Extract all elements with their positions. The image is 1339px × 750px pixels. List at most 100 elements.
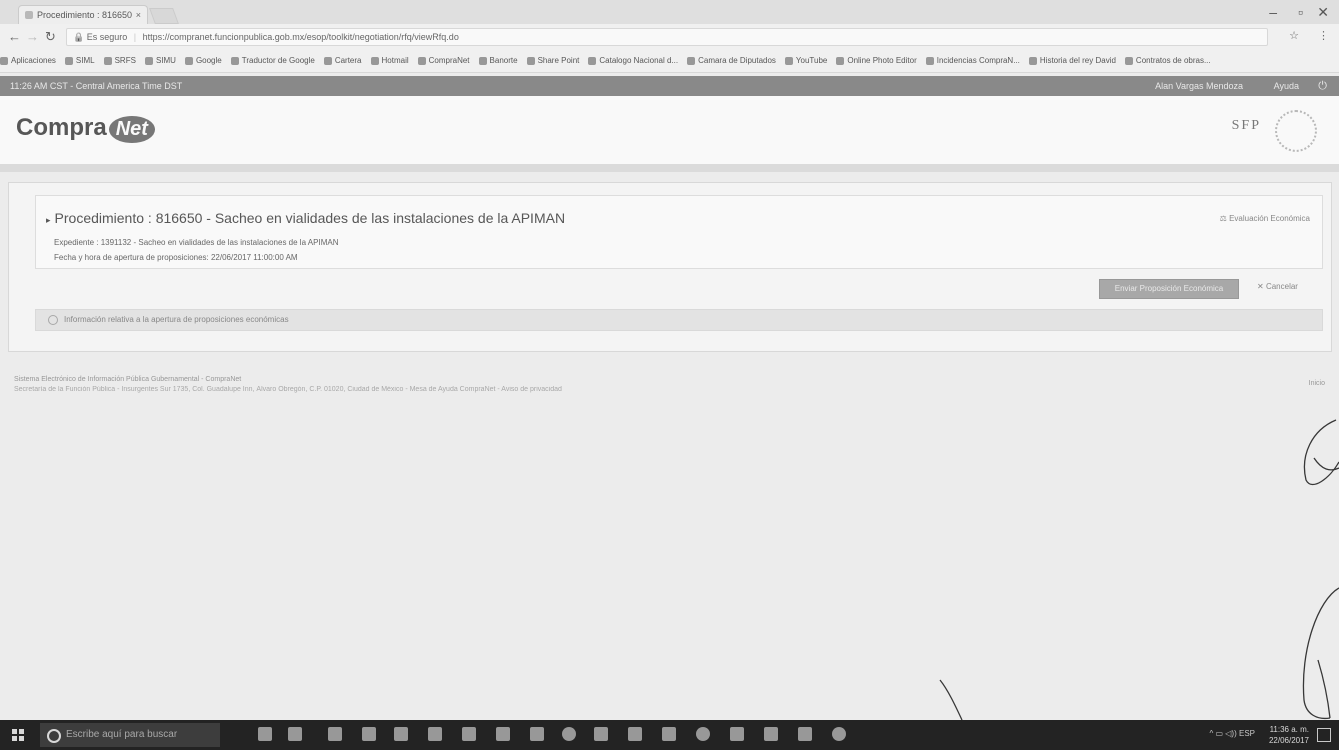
acrobat-icon[interactable] <box>530 727 544 741</box>
taskbar-clock[interactable]: 11:36 a. m. 22/06/2017 <box>1269 724 1309 746</box>
app-icon-2[interactable] <box>764 727 778 741</box>
bookmark-icon <box>0 56 8 65</box>
main-panel: ▸ Procedimiento : 816650 - Sacheo en vial… <box>8 182 1332 352</box>
bookmark-item[interactable]: Incidencias CompraN... <box>925 50 1020 72</box>
help-link[interactable]: Ayuda <box>1274 76 1299 96</box>
bookmark-item[interactable]: Share Point <box>526 50 579 72</box>
procedure-card: ▸ Procedimiento : 816650 - Sacheo en vial… <box>35 195 1323 269</box>
bookmark-icon <box>588 56 597 65</box>
bookmark-icon <box>144 56 153 65</box>
windows-start-icon[interactable] <box>12 729 24 741</box>
maximize-icon[interactable]: ▫ <box>1298 4 1303 20</box>
star-icon[interactable]: ☆ <box>1289 29 1299 42</box>
bookmark-icon <box>526 56 535 65</box>
browser-tab[interactable]: Procedimiento : 816650 × <box>18 5 148 24</box>
bookmark-item[interactable]: Camara de Diputados <box>687 50 776 72</box>
cortana-icon <box>47 729 61 743</box>
bookmark-item[interactable]: Banorte <box>478 50 518 72</box>
bookmark-item[interactable]: Contratos de obras... <box>1124 50 1211 72</box>
compranet-logo[interactable]: Compra Net <box>16 114 155 143</box>
bookmark-item[interactable]: SRFS <box>103 50 136 72</box>
address-bar-row: ← → ↻ 🔒 Es seguro | https://compranet.fu… <box>0 24 1339 51</box>
firefox-icon[interactable] <box>730 727 744 741</box>
bookmark-icon <box>103 56 112 65</box>
excel-icon[interactable] <box>428 727 442 741</box>
evaluacion-economica-button[interactable]: ⚖ Evaluación Económica <box>1220 214 1310 223</box>
bookmark-icon <box>836 56 845 65</box>
bookmark-item[interactable]: Aplicaciones <box>0 50 56 72</box>
bookmark-item[interactable]: Cartera <box>323 50 362 72</box>
bookmark-item[interactable]: Traductor de Google <box>230 50 315 72</box>
bookmark-item[interactable]: Google <box>184 50 222 72</box>
outlook-icon[interactable] <box>462 727 476 741</box>
edge-icon[interactable] <box>328 727 342 741</box>
bookmark-icon <box>687 56 696 65</box>
send-proposal-button[interactable]: Enviar Proposición Económica <box>1099 279 1239 299</box>
bookmark-icon <box>64 56 73 65</box>
task-view-icon[interactable] <box>288 727 302 741</box>
scale-icon: ⚖ <box>1219 214 1230 223</box>
word-icon[interactable] <box>496 727 510 741</box>
bookmark-item[interactable]: SIML <box>64 50 95 72</box>
bookmark-item[interactable]: Online Photo Editor <box>836 50 917 72</box>
bookmark-icon <box>230 56 239 65</box>
chrome-icon[interactable] <box>562 727 576 741</box>
seal-icon <box>1275 110 1317 152</box>
mic-icon[interactable] <box>258 727 272 741</box>
expediente-text: Expediente : 1391132 - Sacheo en vialida… <box>54 238 339 247</box>
app-icon-4[interactable] <box>832 727 846 741</box>
bookmark-icon <box>184 56 193 65</box>
site-top-bar: 11:26 AM CST - Central America Time DST … <box>0 76 1339 96</box>
favicon-icon <box>25 11 33 19</box>
url-input[interactable]: 🔒 Es seguro | https://compranet.funcionp… <box>66 28 1268 46</box>
procedure-title[interactable]: ▸ Procedimiento : 816650 - Sacheo en vial… <box>46 210 565 226</box>
reload-icon[interactable]: ↻ <box>45 29 56 45</box>
taskbar-search-input[interactable]: Escribe aquí para buscar <box>40 723 220 747</box>
footer-line-2: Secretaría de la Función Pública - Insur… <box>14 386 562 393</box>
new-tab-button[interactable] <box>149 8 179 24</box>
header-divider <box>0 164 1339 172</box>
bookmarks-bar: Aplicaciones SIML SRFS SIMU Google Traductor … <box>0 50 1339 73</box>
calculator-icon[interactable] <box>594 727 608 741</box>
power-icon[interactable]: ⏻ <box>1318 76 1327 96</box>
footer-line-1: Sistema Electrónico de Información Públi… <box>14 376 242 383</box>
bookmark-icon <box>925 56 934 65</box>
store-icon[interactable] <box>394 727 408 741</box>
app-icon[interactable] <box>628 727 642 741</box>
notifications-icon[interactable] <box>1317 728 1331 742</box>
settings-icon[interactable] <box>662 727 676 741</box>
app-icon-3[interactable] <box>798 727 812 741</box>
bookmark-item[interactable]: Catalogo Nacional d... <box>588 50 678 72</box>
bookmark-icon <box>370 56 379 65</box>
tab-close-icon[interactable]: × <box>136 6 141 24</box>
bookmark-item[interactable]: Historia del rey David <box>1028 50 1116 72</box>
sfp-logo: SFP <box>1231 118 1261 133</box>
cancel-button[interactable]: ✕ Cancelar <box>1257 282 1298 291</box>
minimize-icon[interactable]: – <box>1269 4 1277 20</box>
bookmark-item[interactable]: YouTube <box>784 50 827 72</box>
bookmark-item[interactable]: SIMU <box>144 50 176 72</box>
secure-label: Es seguro <box>86 32 128 42</box>
bookmark-icon <box>323 56 332 65</box>
forward-icon[interactable]: → <box>26 29 39 44</box>
info-text: Información relativa a la apertura de pr… <box>64 315 289 324</box>
lock-icon: 🔒 <box>73 32 85 42</box>
bookmark-icon <box>417 56 426 65</box>
fecha-apertura-text: Fecha y hora de apertura de proposicione… <box>54 253 298 262</box>
url-text: https://compranet.funcionpublica.gob.mx/… <box>142 32 459 42</box>
bookmark-icon <box>1124 56 1133 65</box>
back-icon[interactable]: ← <box>8 29 21 44</box>
info-icon <box>48 314 58 325</box>
collapse-arrow-icon[interactable]: ▸ <box>46 215 51 225</box>
info-bar: Información relativa a la apertura de pr… <box>35 309 1323 331</box>
bookmark-item[interactable]: CompraNet <box>417 50 470 72</box>
user-menu[interactable]: Alan Vargas Mendoza <box>1155 76 1243 96</box>
system-tray[interactable]: ^ ▭ ◁)) ESP <box>1210 729 1255 738</box>
menu-icon[interactable]: ⋮ <box>1318 29 1329 42</box>
close-window-icon[interactable]: ✕ <box>1317 4 1329 21</box>
file-explorer-icon[interactable] <box>362 727 376 741</box>
timezone-label: 11:26 AM CST - Central America Time DST <box>10 81 183 91</box>
footer-home-link[interactable]: Inicio <box>1309 380 1325 387</box>
ie-icon[interactable] <box>696 727 710 741</box>
bookmark-item[interactable]: Hotmail <box>370 50 409 72</box>
